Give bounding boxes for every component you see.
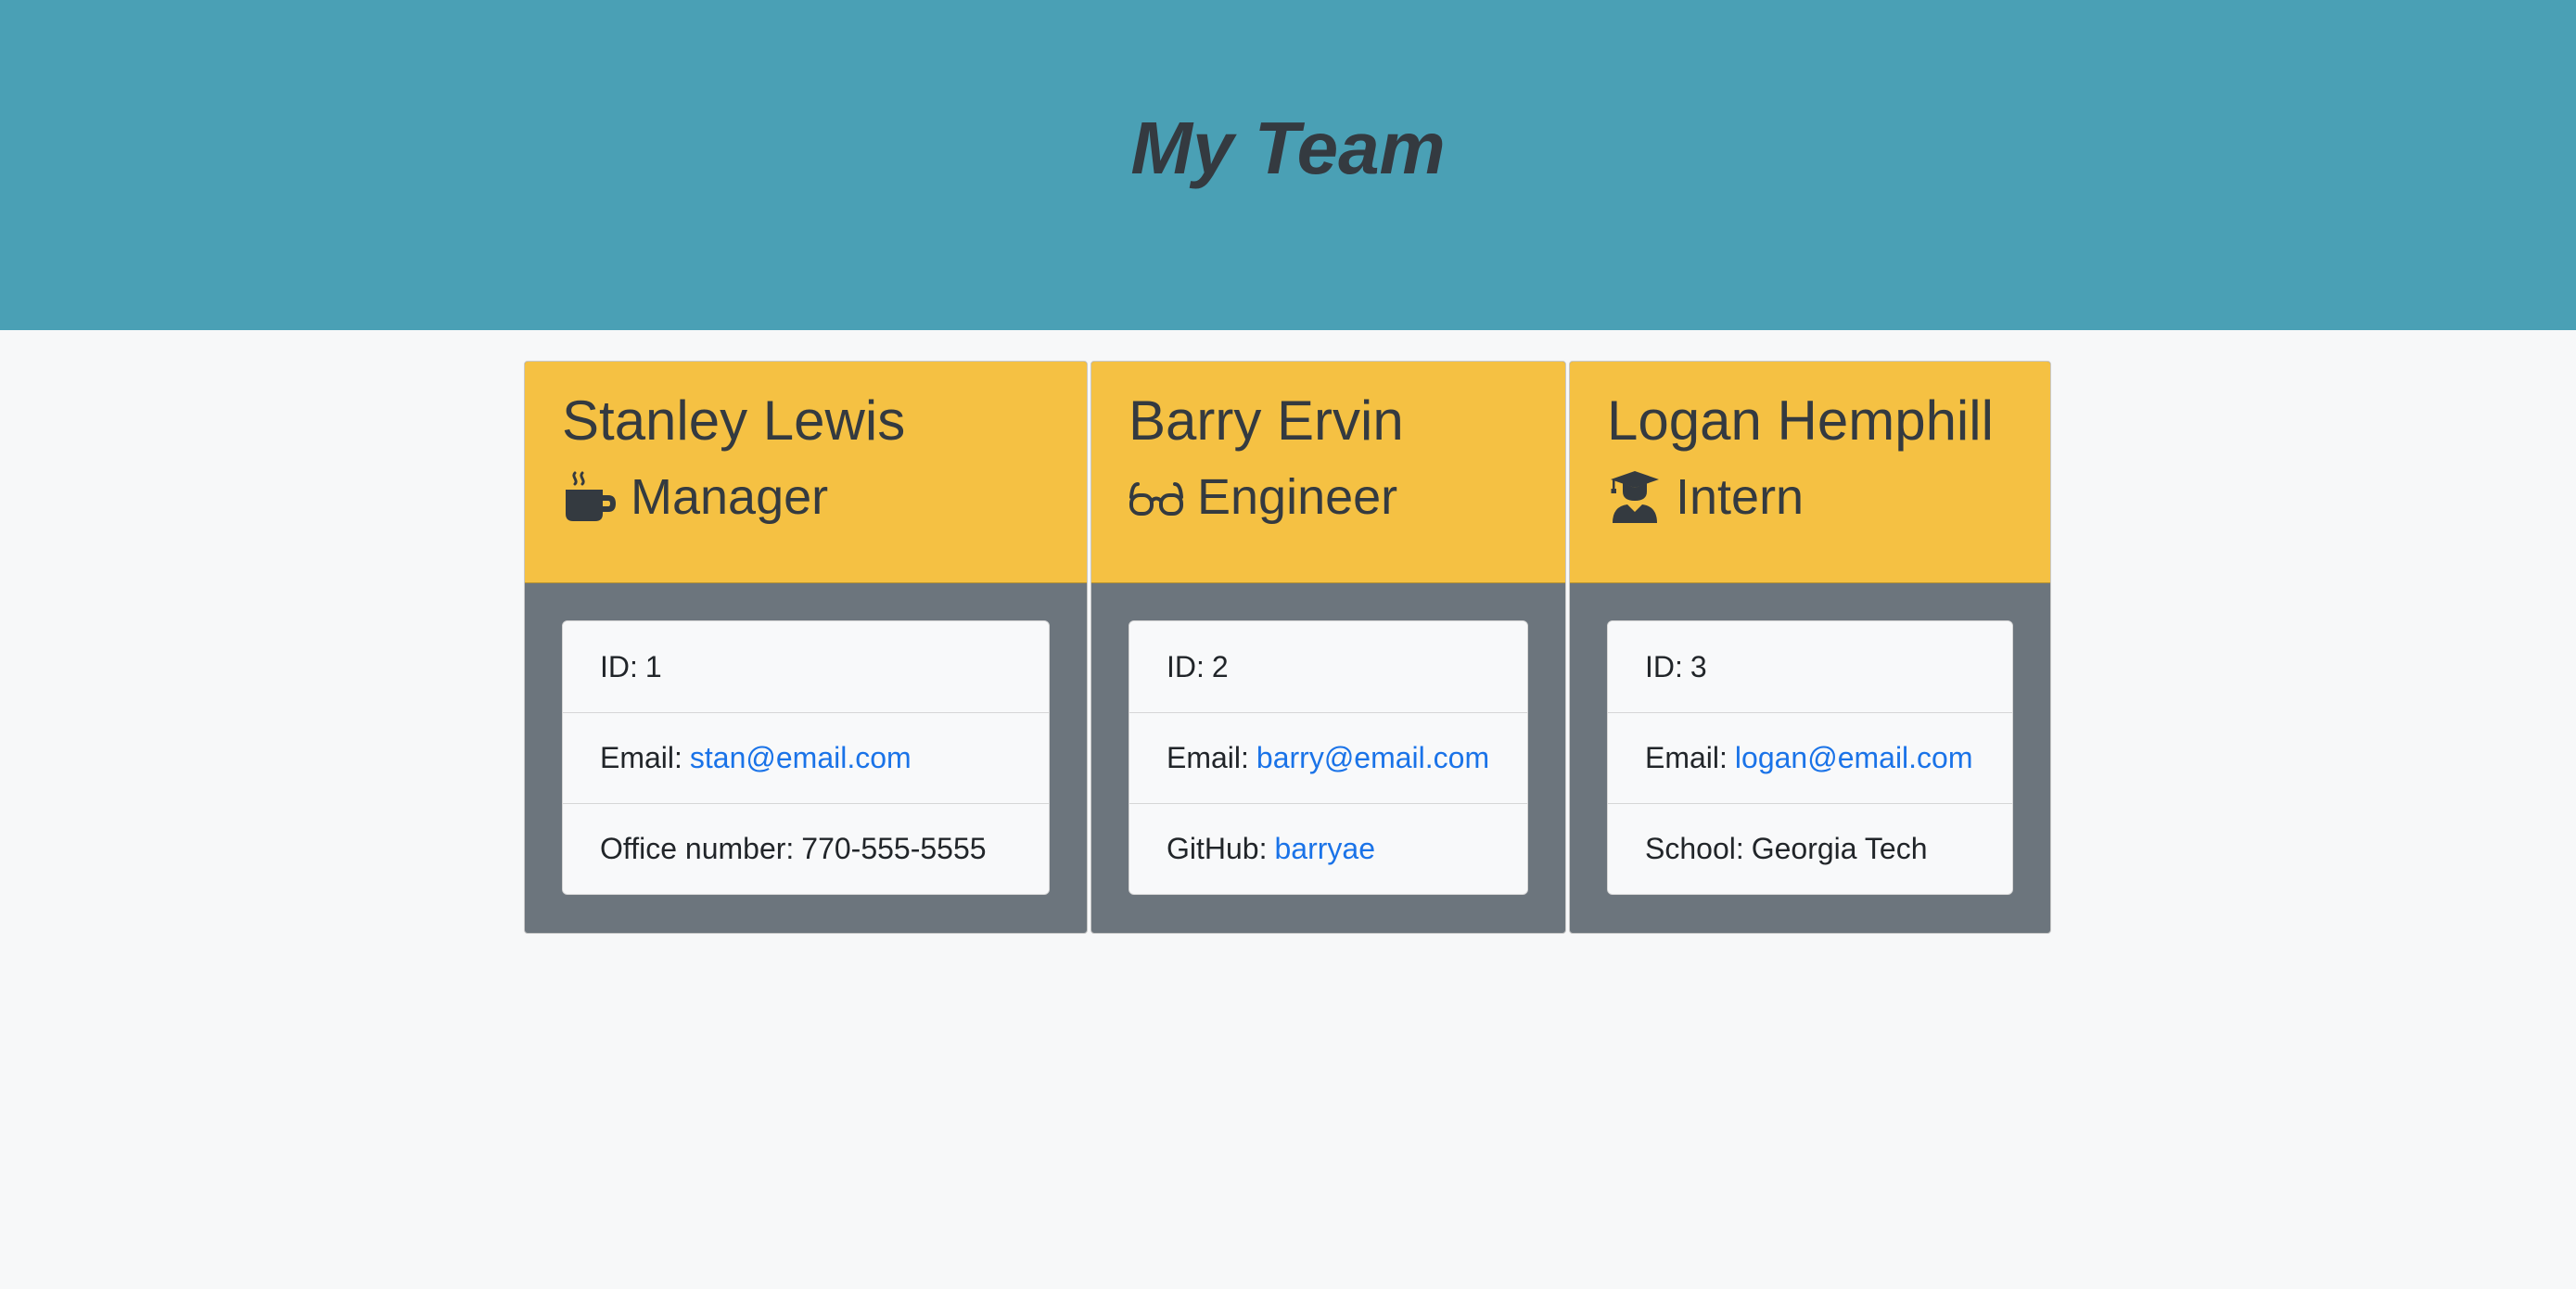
details-list: ID: 1 Email: stan@email.com Office numbe… bbox=[562, 620, 1050, 895]
details-list: ID: 2 Email: barry@email.com GitHub: bar… bbox=[1129, 620, 1528, 895]
list-item-email: Email: barry@email.com bbox=[1129, 712, 1527, 803]
office-label: Office number: bbox=[600, 832, 795, 865]
card-body: ID: 2 Email: barry@email.com GitHub: bar… bbox=[1091, 583, 1565, 932]
list-item-id: ID: 1 bbox=[563, 621, 1049, 712]
employee-role: Manager bbox=[562, 467, 1050, 528]
office-value: 770-555-5555 bbox=[801, 832, 987, 865]
employee-card-engineer: Barry Ervin Engineer ID: 2 Email: barry@… bbox=[1090, 361, 1566, 934]
list-item-email: Email: logan@email.com bbox=[1608, 712, 2012, 803]
graduate-icon bbox=[1607, 469, 1663, 525]
header-banner: My Team bbox=[0, 0, 2576, 330]
list-item-email: Email: stan@email.com bbox=[563, 712, 1049, 803]
employee-role: Intern bbox=[1607, 467, 2013, 528]
id-value: 3 bbox=[1690, 649, 1707, 683]
employee-role: Engineer bbox=[1129, 467, 1528, 528]
team-cards: Stanley Lewis Manager ID: 1 Email: stan@… bbox=[524, 361, 2051, 934]
role-label: Manager bbox=[631, 469, 829, 525]
role-label: Engineer bbox=[1197, 469, 1398, 525]
email-label: Email: bbox=[1167, 741, 1249, 774]
card-header: Barry Ervin Engineer bbox=[1091, 362, 1565, 583]
card-header: Stanley Lewis Manager bbox=[525, 362, 1087, 583]
page-title: My Team bbox=[1130, 107, 1446, 189]
id-value: 1 bbox=[644, 649, 662, 683]
id-value: 2 bbox=[1211, 649, 1229, 683]
email-label: Email: bbox=[1645, 741, 1728, 774]
list-item-school: School: Georgia Tech bbox=[1608, 803, 2012, 894]
list-item-id: ID: 2 bbox=[1129, 621, 1527, 712]
id-label: ID: bbox=[1645, 649, 1683, 683]
employee-name: Logan Hemphill bbox=[1607, 389, 1994, 452]
role-label: Intern bbox=[1676, 469, 1804, 525]
employee-card-manager: Stanley Lewis Manager ID: 1 Email: stan@… bbox=[524, 361, 1088, 934]
school-value: Georgia Tech bbox=[1751, 832, 1928, 865]
id-label: ID: bbox=[600, 649, 638, 683]
card-body: ID: 1 Email: stan@email.com Office numbe… bbox=[525, 583, 1087, 932]
card-header: Logan Hemphill Intern bbox=[1570, 362, 2050, 583]
list-item-id: ID: 3 bbox=[1608, 621, 2012, 712]
details-list: ID: 3 Email: logan@email.com School: Geo… bbox=[1607, 620, 2013, 895]
glasses-icon bbox=[1129, 469, 1184, 525]
email-link[interactable]: barry@email.com bbox=[1256, 741, 1489, 775]
employee-card-intern: Logan Hemphill Intern ID: 3 Email: logan… bbox=[1569, 361, 2051, 934]
id-label: ID: bbox=[1167, 649, 1205, 683]
employee-name: Barry Ervin bbox=[1129, 389, 1404, 452]
card-body: ID: 3 Email: logan@email.com School: Geo… bbox=[1570, 583, 2050, 932]
employee-name: Stanley Lewis bbox=[562, 389, 906, 452]
list-item-office: Office number: 770-555-5555 bbox=[563, 803, 1049, 894]
mug-icon bbox=[562, 469, 618, 525]
github-link[interactable]: barryae bbox=[1274, 832, 1375, 866]
email-label: Email: bbox=[600, 741, 682, 774]
email-link[interactable]: stan@email.com bbox=[690, 741, 912, 775]
school-label: School: bbox=[1645, 832, 1744, 865]
email-link[interactable]: logan@email.com bbox=[1735, 741, 1973, 775]
github-label: GitHub: bbox=[1167, 832, 1268, 865]
list-item-github: GitHub: barryae bbox=[1129, 803, 1527, 894]
